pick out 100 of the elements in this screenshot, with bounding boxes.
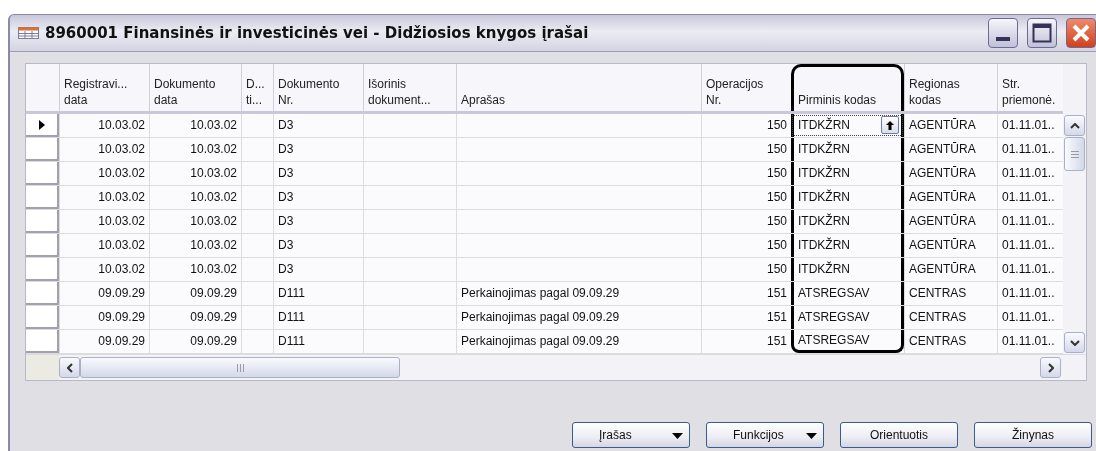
scroll-up-button[interactable] — [1064, 115, 1085, 136]
table-cell: ITDKŽRN — [798, 166, 850, 180]
table-cell: 01.11.01.. — [1002, 118, 1055, 132]
column-header[interactable]: Aprašas — [456, 64, 701, 111]
column-header[interactable]: D... ti... — [241, 64, 273, 111]
column-header[interactable]: Registravi... data — [59, 64, 149, 111]
table-cell: AGENTŪRA — [909, 190, 976, 204]
column-header[interactable]: Operacijos Nr. — [701, 64, 791, 111]
table-cell: 01.11.01.. — [1002, 286, 1055, 300]
table-cell: AGENTŪRA — [909, 238, 976, 252]
chevron-up-icon — [1069, 122, 1080, 129]
table-cell: 150 — [766, 142, 787, 156]
table-cell: ITDKŽRN — [798, 262, 850, 276]
table-cell-text: ITDKŽRN — [798, 116, 850, 134]
table-icon — [18, 27, 39, 39]
caret-icon — [672, 433, 683, 439]
table-cell: 09.09.29 — [190, 310, 237, 324]
table-cell: D111 — [278, 334, 305, 348]
scroll-down-button[interactable] — [1064, 332, 1085, 353]
current-row-icon — [38, 119, 45, 130]
table-cell: Perkainojimas pagal 09.09.29 — [461, 310, 620, 324]
row-selector[interactable] — [26, 114, 59, 137]
grip-icon — [1070, 150, 1079, 158]
table-cell: 151 — [766, 286, 787, 300]
table-cell: 10.03.02 — [98, 166, 145, 180]
table-cell: D3 — [278, 142, 294, 156]
table-cell: D111 — [278, 286, 305, 300]
table-cell: 01.11.01.. — [1002, 190, 1055, 204]
table-cell: 10.03.02 — [190, 238, 237, 252]
minimize-button[interactable] — [988, 18, 1018, 48]
table-cell: ATSREGSAV — [798, 310, 870, 324]
action-button[interactable]: Orientuotis — [840, 422, 958, 448]
table-cell: Perkainojimas pagal 09.09.29 — [461, 286, 620, 300]
table-cell: 150 — [766, 238, 787, 252]
table-cell: D3 — [278, 214, 294, 228]
table-cell: D3 — [278, 238, 294, 252]
grip-icon — [236, 363, 244, 372]
table-cell: 10.03.02 — [98, 118, 145, 132]
table-cell: D3 — [278, 166, 294, 180]
column-header[interactable]: Pirminis kodas — [791, 64, 904, 111]
table-cell: 01.11.01.. — [1002, 334, 1055, 348]
table-cell: 10.03.02 — [190, 262, 237, 276]
table-cell: 01.11.01.. — [1002, 262, 1055, 276]
table-cell: CENTRAS — [909, 334, 967, 348]
table-cell: 10.03.02 — [98, 214, 145, 228]
table-cell: 01.11.01.. — [1002, 166, 1055, 180]
table-cell: 01.11.01.. — [1002, 214, 1055, 228]
table-cell: 150 — [766, 166, 787, 180]
table-cell: AGENTŪRA — [909, 142, 976, 156]
column-header[interactable]: Regionas kodas — [904, 64, 997, 111]
scroll-right-button[interactable] — [1040, 357, 1061, 378]
table-cell: AGENTŪRA — [909, 118, 976, 132]
table-cell: 09.09.29 — [190, 286, 237, 300]
table-cell: D111 — [278, 310, 305, 324]
scroll-left-button[interactable] — [59, 357, 80, 378]
maximize-icon — [1032, 23, 1052, 43]
column-header[interactable]: Dokumento data — [149, 64, 241, 111]
window-title: 8960001 Finansinės ir investicinės vei - Didžiosios knygos įrašai — [45, 24, 590, 42]
table-cell: 10.03.02 — [98, 262, 145, 276]
table-cell: 01.11.01.. — [1002, 310, 1055, 324]
table-cell: 10.03.02 — [190, 214, 237, 228]
table-cell: ITDKŽRN — [798, 142, 850, 156]
table-cell: ATSREGSAV — [798, 333, 870, 347]
table-cell: 151 — [766, 310, 787, 324]
table-cell: AGENTŪRA — [909, 262, 976, 276]
table-cell: 01.11.01.. — [1002, 142, 1055, 156]
chevron-down-icon — [1069, 339, 1080, 346]
arrow-up-icon — [886, 120, 894, 130]
table-cell: 09.09.29 — [190, 334, 237, 348]
table-cell: 10.03.02 — [98, 190, 145, 204]
table-cell: 10.03.02 — [190, 118, 237, 132]
minimize-icon — [996, 37, 1010, 41]
close-icon — [1070, 22, 1092, 44]
table-cell: 10.03.02 — [190, 190, 237, 204]
table-cell: D3 — [278, 118, 294, 132]
action-button[interactable]: Įrašas — [572, 422, 690, 448]
table-cell: CENTRAS — [909, 310, 967, 324]
maximize-button[interactable] — [1027, 18, 1057, 48]
table-cell: 10.03.02 — [190, 142, 237, 156]
action-button[interactable]: Žinynas — [974, 422, 1092, 448]
caret-icon — [806, 433, 817, 439]
table-cell: AGENTŪRA — [909, 214, 976, 228]
table-cell: 10.03.02 — [98, 142, 145, 156]
table-cell: 150 — [766, 214, 787, 228]
column-header[interactable]: Išorinis dokument... — [363, 64, 456, 111]
action-button[interactable]: Funkcijos — [706, 422, 824, 448]
scrollbar-thumb[interactable] — [1064, 137, 1085, 171]
scrollbar-thumb[interactable] — [80, 357, 400, 378]
table-cell: ITDKŽRN — [798, 190, 850, 204]
chevron-right-icon — [1047, 362, 1054, 373]
table-cell: ITDKŽRN — [798, 214, 850, 228]
table-cell: 150 — [766, 262, 787, 276]
table-cell: 09.09.29 — [98, 334, 145, 348]
table-cell: Perkainojimas pagal 09.09.29 — [461, 334, 620, 348]
table-cell: 150 — [766, 118, 787, 132]
column-header[interactable]: Dokumento Nr. — [273, 64, 363, 111]
lookup-button[interactable] — [881, 116, 899, 134]
scrollbar-corner — [26, 355, 59, 380]
table-cell: CENTRAS — [909, 286, 967, 300]
close-button[interactable] — [1066, 18, 1096, 48]
